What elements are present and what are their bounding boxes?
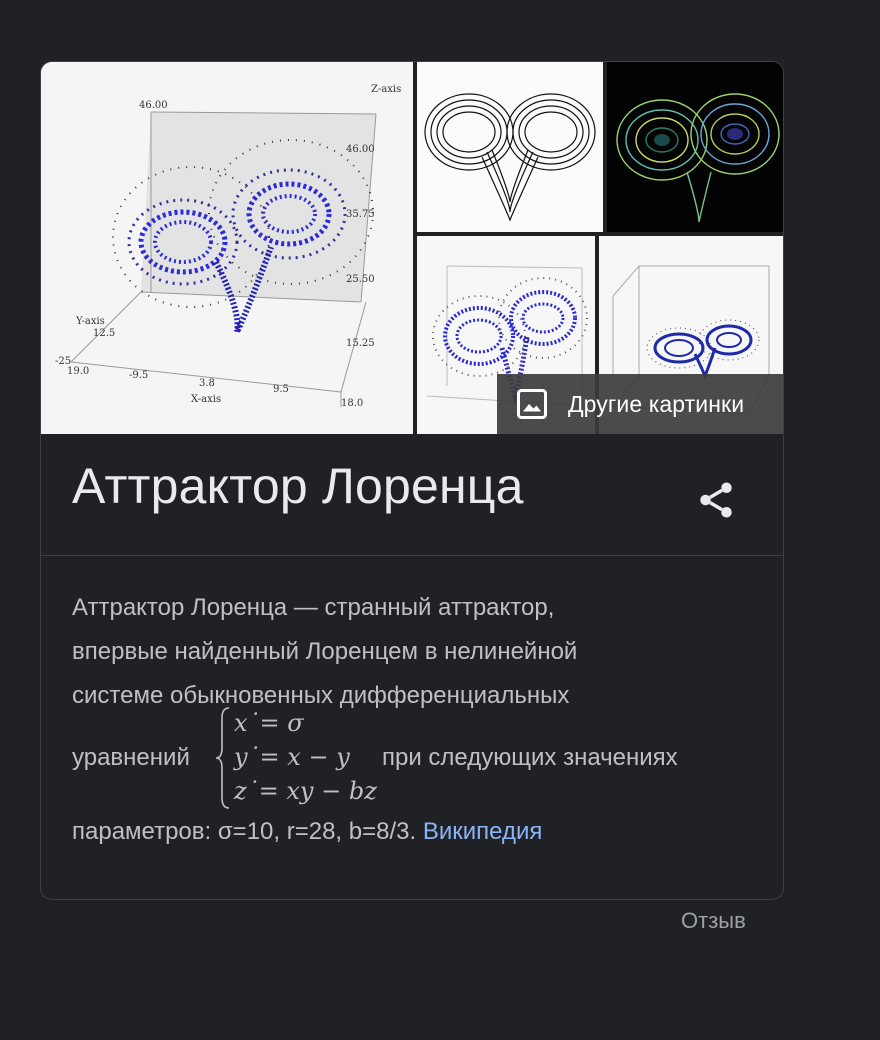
z-axis-label: Z-axis bbox=[371, 84, 401, 95]
parameters-text: параметров: σ=10, r=28, b=8/3. bbox=[72, 818, 417, 845]
y-axis-label: Y-axis bbox=[75, 316, 105, 327]
share-button[interactable] bbox=[695, 479, 737, 521]
equation-y: y˙= x − y bbox=[234, 743, 350, 771]
lorenz-black-lines-image bbox=[417, 62, 603, 232]
tick-label: 46.00 bbox=[346, 144, 375, 155]
share-icon bbox=[700, 482, 732, 518]
gallery-image-black-lines[interactable] bbox=[417, 62, 603, 232]
more-images-button[interactable]: Другие картинки bbox=[497, 374, 783, 434]
gallery-image-lorenz-3d[interactable]: Z-axis Y-axis X-axis 46.00 46.00 35.75 2… bbox=[41, 62, 413, 434]
tick-label: 19.0 bbox=[67, 366, 89, 377]
equation-z: z˙= xy − bz bbox=[234, 777, 377, 805]
description: Аттрактор Лоренца — странный аттрактор, … bbox=[72, 586, 752, 854]
tick-label: 35.75 bbox=[346, 209, 375, 220]
description-last-line: параметров: σ=10, r=28, b=8/3. Википедия bbox=[72, 810, 752, 854]
lorenz-3d-plot-image: Z-axis Y-axis X-axis 46.00 46.00 35.75 2… bbox=[41, 62, 413, 434]
page-title: Аттрактор Лоренца bbox=[72, 458, 524, 514]
tick-label: 9.5 bbox=[273, 384, 289, 395]
tick-label: 12.5 bbox=[93, 328, 115, 339]
equation-prefix: уравнений bbox=[72, 744, 190, 771]
tick-label: 15.25 bbox=[346, 338, 375, 349]
wikipedia-link[interactable]: Википедия bbox=[423, 818, 543, 845]
equation-x: x˙= σ bbox=[234, 709, 304, 737]
equation-block: уравнений x˙= σ y˙= x − y z˙= xy − bz пр… bbox=[72, 706, 752, 810]
tick-label: 25.50 bbox=[346, 274, 375, 285]
tick-label: 18.0 bbox=[341, 398, 363, 409]
knowledge-panel: Z-axis Y-axis X-axis 46.00 46.00 35.75 2… bbox=[40, 61, 784, 900]
more-images-label: Другие картинки bbox=[568, 390, 745, 417]
image-gallery: Z-axis Y-axis X-axis 46.00 46.00 35.75 2… bbox=[41, 62, 783, 434]
tick-label: 3.8 bbox=[199, 378, 215, 389]
tick-label: 46.00 bbox=[139, 100, 168, 111]
description-line: впервые найденный Лоренцем в нелинейной bbox=[72, 638, 578, 665]
x-axis-label: X-axis bbox=[191, 394, 221, 405]
gallery-image-colored[interactable] bbox=[607, 62, 783, 232]
title-row: Аттрактор Лоренца bbox=[41, 434, 783, 556]
feedback-link[interactable]: Отзыв bbox=[681, 908, 746, 934]
equation-system: x˙= σ y˙= x − y z˙= xy − bz bbox=[234, 706, 377, 808]
equation-suffix: при следующих значениях bbox=[382, 744, 678, 771]
lorenz-colored-image bbox=[607, 62, 783, 232]
brace-icon bbox=[215, 707, 230, 809]
description-line: Аттрактор Лоренца — странный аттрактор, bbox=[72, 594, 555, 621]
image-icon bbox=[517, 389, 547, 419]
tick-label: -9.5 bbox=[129, 370, 148, 381]
